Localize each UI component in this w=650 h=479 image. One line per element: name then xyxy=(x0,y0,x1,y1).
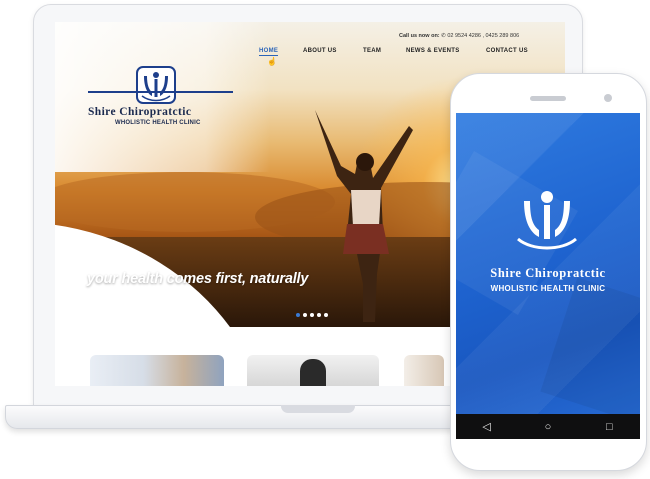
slider-dot[interactable] xyxy=(324,313,328,317)
phone-numbers[interactable]: 02 9524 4286 , 0425 289 806 xyxy=(447,33,519,39)
app-title: Shire Chiropratctic xyxy=(490,266,606,280)
home-icon[interactable]: ○ xyxy=(538,421,558,433)
slider-dot[interactable] xyxy=(303,313,307,317)
phone-frame: Shire Chiropratctic WHOLISTIC HEALTH CLI… xyxy=(450,73,647,471)
logo-title[interactable]: Shire Chiropratctic xyxy=(88,106,191,118)
woman-silhouette xyxy=(315,110,413,322)
android-nav-bar: ◁ ○ □ xyxy=(456,414,640,439)
app-subtitle: WHOLISTIC HEALTH CLINIC xyxy=(490,284,606,293)
phone-camera xyxy=(604,94,612,102)
logo-subtitle: WHOLISTIC HEALTH CLINIC xyxy=(115,120,201,126)
nav-team[interactable]: TEAM xyxy=(363,48,381,54)
slider-dot[interactable] xyxy=(310,313,314,317)
phone-speaker xyxy=(530,96,566,101)
nav-about-us[interactable]: ABOUT US xyxy=(303,48,337,54)
app-splash-screen: Shire Chiropratctic WHOLISTIC HEALTH CLI… xyxy=(456,113,640,439)
hand-cursor-icon: ☝ xyxy=(267,57,277,66)
logo-underline xyxy=(88,91,233,93)
background-facet xyxy=(540,277,640,429)
phone-icon: ✆ xyxy=(441,33,446,39)
back-icon[interactable]: ◁ xyxy=(477,420,497,433)
service-card[interactable] xyxy=(247,355,379,386)
slider-dot[interactable] xyxy=(296,313,300,317)
service-card[interactable] xyxy=(90,355,224,386)
slider-dot[interactable] xyxy=(317,313,321,317)
laptop-notch xyxy=(281,405,355,413)
nav-news-events[interactable]: NEWS & EVENTS xyxy=(406,48,460,54)
nav-contact-us[interactable]: CONTACT US xyxy=(486,48,528,54)
service-card[interactable] xyxy=(404,355,444,386)
call-us: Call us now on: ✆ 02 9524 4286 , 0425 28… xyxy=(399,33,519,39)
recents-icon[interactable]: □ xyxy=(599,421,619,433)
clinic-logo-icon[interactable] xyxy=(136,66,176,104)
call-us-label: Call us now on: xyxy=(399,33,440,39)
nav-home[interactable]: HOME xyxy=(259,48,279,56)
slider-dots[interactable] xyxy=(296,313,328,317)
app-logo-icon xyxy=(517,191,577,250)
person-head-image xyxy=(300,359,326,386)
hero-tagline: your health comes first, naturally xyxy=(87,271,309,287)
